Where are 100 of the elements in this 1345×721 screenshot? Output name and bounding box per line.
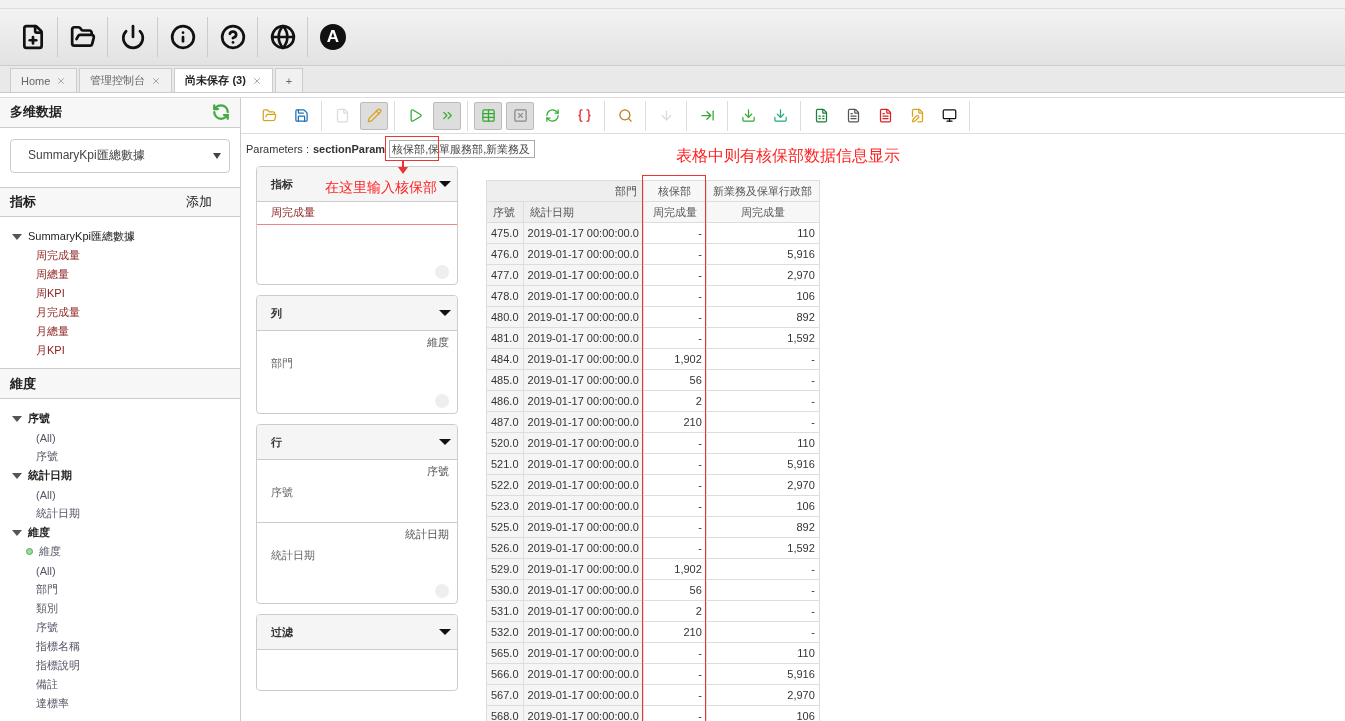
level-field[interactable]: 序號 (271, 485, 293, 500)
close-icon[interactable] (151, 75, 162, 86)
expand-triangle-icon[interactable] (12, 233, 22, 240)
row-header-cell: 530.0 (486, 579, 524, 601)
file-pen-icon (909, 108, 925, 123)
tree-item[interactable]: 維度 (39, 544, 61, 559)
search-icon (617, 108, 633, 123)
spreadsheet-icon (813, 108, 829, 123)
row-header-cell: 531.0 (486, 600, 524, 622)
expand-triangle-icon[interactable] (12, 472, 22, 479)
row-header-cell: 475.0 (486, 222, 524, 244)
tree-item[interactable]: (All) (36, 431, 56, 444)
section-title: 指标 (10, 193, 36, 211)
tree-item[interactable]: 備註 (36, 677, 58, 692)
tree-item[interactable]: 月完成量 (36, 305, 80, 321)
row-header-cell: 481.0 (486, 327, 524, 349)
row-header-cell: 486.0 (486, 390, 524, 412)
dropdown-caret-icon[interactable] (439, 181, 451, 187)
globe-icon (269, 24, 296, 50)
hide-empty-button[interactable] (506, 101, 534, 130)
level-field[interactable]: 部門 (271, 356, 293, 371)
tab[interactable]: Home (10, 68, 78, 92)
row-header-cell: 487.0 (486, 411, 524, 433)
tree-group-label[interactable]: 序號 (28, 411, 50, 426)
row-header-cell: 477.0 (486, 264, 524, 286)
hierarchy-label: 維度 (427, 335, 449, 350)
tree-item[interactable]: 指標說明 (36, 658, 80, 673)
tree-item[interactable]: 月KPI (36, 343, 65, 359)
row-header-cell: 522.0 (486, 474, 524, 496)
row-header-cell: 480.0 (486, 306, 524, 328)
tree-item[interactable]: 指標名稱 (36, 639, 80, 654)
pencil-icon (366, 108, 382, 123)
square-x-icon (512, 108, 528, 123)
tree-item[interactable]: 月總量 (36, 324, 69, 340)
panel-title: 行 (271, 434, 282, 450)
tree-item[interactable]: 統計日期 (36, 506, 80, 521)
row-header-cell: 566.0 (486, 663, 524, 685)
tree-item[interactable]: (All) (36, 488, 56, 501)
annotation-text: 在这里输入核保部 (325, 179, 437, 197)
measure-field[interactable]: 周完成量 (257, 202, 457, 225)
section-title: 維度 (10, 374, 36, 393)
level-field[interactable]: 統計日期 (271, 548, 315, 563)
dropdown-caret-icon[interactable] (439, 439, 451, 445)
row-header-cell: 565.0 (486, 642, 524, 664)
tree-group-label[interactable]: 維度 (28, 525, 50, 540)
table-icon (480, 108, 496, 123)
dropdown-caret-icon[interactable] (439, 310, 451, 316)
arrow-right-icon (699, 108, 715, 123)
play-icon (407, 108, 423, 123)
dropdown-caret-icon[interactable] (439, 629, 451, 635)
row-header-cell: 476.0 (486, 243, 524, 265)
tree-item[interactable]: 周總量 (36, 267, 69, 283)
annotation-text: 表格中则有核保部数据信息显示 (676, 146, 900, 166)
tree-item[interactable]: 周KPI (36, 286, 65, 302)
panel-title: 列 (271, 305, 282, 321)
row-header-cell: 529.0 (486, 558, 524, 580)
refresh-icon[interactable] (212, 103, 230, 122)
tree-item[interactable]: 達標率 (36, 696, 69, 711)
monitor-icon (941, 108, 957, 123)
tree-item[interactable]: 序號 (36, 449, 58, 464)
help-icon (219, 24, 246, 50)
dropdown-caret-icon (213, 152, 221, 159)
cube-select[interactable]: SummaryKpi匯總數據 (10, 138, 230, 173)
tree-item[interactable]: 類別 (36, 601, 58, 616)
edit-button[interactable] (360, 101, 388, 130)
tab[interactable]: 管理控制台 (79, 68, 173, 92)
hierarchy-label: 序號 (427, 464, 449, 479)
table-button[interactable] (474, 101, 502, 130)
column-header: 新業務及保單行政部 (706, 180, 820, 202)
expand-triangle-icon[interactable] (12, 529, 22, 536)
folder-icon (261, 108, 277, 123)
highlight-frame (385, 136, 439, 161)
row-header-cell: 520.0 (486, 432, 524, 454)
tree-item[interactable]: (All) (36, 564, 56, 577)
hierarchy-label: 統計日期 (405, 527, 449, 542)
auto-run-button[interactable] (433, 101, 461, 130)
tree-item[interactable]: 部門 (36, 582, 58, 597)
row-header-cell: 484.0 (486, 348, 524, 370)
tree-item[interactable]: 周完成量 (36, 248, 80, 264)
arrow-down-icon (658, 108, 674, 123)
sidebar-title: 多维数据 (10, 103, 62, 122)
download-icon (772, 108, 788, 123)
tree-item[interactable]: 序號 (36, 620, 58, 635)
close-icon[interactable] (251, 75, 262, 86)
tab[interactable]: 尚未保存 (3) (174, 68, 273, 92)
row-header-cell: 478.0 (486, 285, 524, 307)
document-icon (877, 108, 893, 123)
parameters-label: Parameters : (246, 143, 309, 155)
info-icon (169, 24, 196, 50)
file-icon (334, 108, 350, 123)
tree-group-label[interactable]: SummaryKpi匯總數據 (28, 229, 135, 245)
close-icon[interactable] (56, 75, 67, 86)
row-header-cell: 532.0 (486, 621, 524, 643)
tab[interactable]: + (274, 68, 304, 92)
braces-icon (576, 108, 592, 123)
tree-group-label[interactable]: 統計日期 (28, 468, 72, 483)
expand-triangle-icon[interactable] (12, 415, 22, 422)
panel-title: 过滤 (271, 624, 293, 640)
add-link[interactable]: 添加 (186, 193, 212, 211)
account-button[interactable]: A (320, 24, 346, 50)
